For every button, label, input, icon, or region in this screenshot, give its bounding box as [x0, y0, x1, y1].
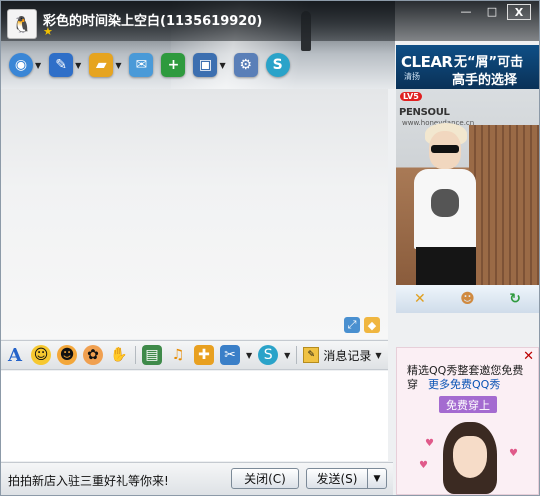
format-toolbar: A ☺ ☻ ✿ ✋ ▤ ♫ ✚ ✂ ▼ S ▼ ✎ 消息记录 ▼	[1, 340, 388, 370]
image-icon[interactable]: ▤	[142, 345, 162, 365]
divider	[135, 346, 136, 364]
contact-avatar[interactable]: 🐧	[7, 9, 37, 39]
chevron-down-icon[interactable]: ▼	[375, 351, 381, 360]
toolbar-send-sms[interactable]: ✉	[129, 53, 154, 77]
maximize-button[interactable]: □	[481, 4, 503, 18]
folder-icon[interactable]: ▰	[89, 53, 114, 77]
close-x-icon[interactable]: ✕	[410, 289, 430, 309]
qq-show-image[interactable]: LV5 PENSOUL www.honeydance.cn	[396, 89, 539, 285]
window-controls: — □ X	[455, 4, 531, 20]
show-logo: PENSOUL	[399, 107, 450, 118]
chat-history[interactable]: ⤢ ◆	[1, 89, 388, 339]
qq-show-ad[interactable]: ✕ 精选QQ秀整套邀您免费穿 更多免费QQ秀 免费穿上 ♥ ♥ ♥	[396, 347, 539, 495]
settings-icon[interactable]: ⚙	[233, 53, 258, 77]
toolbar-transfer-file[interactable]: ▰ ▼	[89, 53, 121, 77]
close-window-button[interactable]: X	[507, 4, 531, 20]
avatar-glasses	[431, 145, 459, 153]
message-history-label: 消息记录	[323, 348, 372, 363]
contact-name: 彩色的时间染上空白(1135619920)	[43, 14, 263, 29]
monitor-icon[interactable]: ▣	[193, 53, 218, 77]
banner-slogan-2: 高手的选择	[452, 73, 518, 88]
chevron-down-icon[interactable]: ▼	[115, 61, 121, 70]
chat-window: 🐧 彩色的时间染上空白(1135619920) ★ — □ X ◉ ▼ ✎ ▼ …	[0, 0, 540, 496]
close-button[interactable]: 关闭(C)	[231, 468, 299, 489]
close-icon[interactable]: ✕	[523, 349, 534, 364]
chevron-down-icon[interactable]: ▼	[219, 61, 225, 70]
send-options-button[interactable]: ▼	[367, 468, 387, 489]
toolbar-video[interactable]: ◉ ▼	[9, 53, 41, 77]
change-outfit-icon[interactable]: ☻	[457, 289, 477, 309]
wear-free-button[interactable]: 免费穿上	[439, 396, 497, 413]
ad-more-link[interactable]: 更多免费QQ秀	[428, 378, 500, 391]
level-badge: LV5	[400, 92, 422, 101]
history-icon: ✎	[303, 347, 320, 363]
minimize-button[interactable]: —	[455, 4, 477, 18]
chevron-down-icon[interactable]: ▼	[75, 61, 81, 70]
toolbar-voice[interactable]: ✎ ▼	[49, 53, 81, 77]
chevron-down-icon[interactable]: ▼	[284, 351, 290, 360]
promo-link[interactable]: 拍拍新店入驻三重好礼等你来!	[8, 472, 169, 489]
avatar-pants	[416, 247, 476, 285]
banner-brand-sub: 清扬	[404, 72, 420, 81]
avatar-shirt-print	[431, 189, 459, 217]
screenshot-icon[interactable]: ✂	[220, 345, 240, 365]
show-panel-icon[interactable]: ◆	[364, 317, 380, 333]
right-panel: CLEAR 清扬 无“屑”可击 高手的选择 LV5 PENSOUL www.ho…	[396, 43, 539, 495]
heart-icon: ♥	[425, 438, 434, 449]
magic-emoji-icon[interactable]: ☻	[57, 345, 77, 365]
toolbar-create-discussion[interactable]: +	[161, 53, 186, 77]
show-tools: ✕ ☻ ↻	[396, 285, 539, 313]
bottom-bar: 拍拍新店入驻三重好礼等你来! 关闭(C) 发送(S) ▼	[1, 462, 393, 495]
gift-icon[interactable]: ✚	[194, 345, 214, 365]
star-icon: ★	[43, 25, 53, 38]
refresh-icon[interactable]: ↻	[505, 289, 525, 309]
expand-icon[interactable]: ⤢	[344, 317, 360, 333]
soso-icon[interactable]: S	[258, 345, 279, 365]
toolbar-remote-assist[interactable]: ▣ ▼	[193, 53, 226, 77]
divider	[296, 346, 298, 364]
message-input[interactable]	[1, 371, 388, 461]
emoji-icon[interactable]: ☺	[31, 345, 51, 365]
history-corner-tools: ⤢ ◆	[344, 317, 380, 333]
message-icon[interactable]: ✉	[129, 53, 154, 77]
add-group-icon[interactable]: +	[161, 53, 186, 77]
chevron-down-icon[interactable]: ▼	[35, 61, 41, 70]
banner-slogan-1: 无“屑”可击	[454, 55, 524, 70]
main-toolbar: ◉ ▼ ✎ ▼ ▰ ▼ ✉ + ▣ ▼ ⚙ S	[9, 53, 290, 77]
ad-text: 精选QQ秀整套邀您免费穿 更多免费QQ秀	[407, 364, 532, 392]
banner-ad[interactable]: CLEAR 清扬 无“屑”可击 高手的选择	[396, 45, 539, 89]
banner-brand: CLEAR	[401, 53, 453, 71]
chevron-down-icon[interactable]: ▼	[246, 351, 252, 360]
ad-avatar-face	[453, 436, 487, 478]
toolbar-app-settings[interactable]: ⚙	[233, 53, 258, 77]
gesture-icon[interactable]: ✋	[109, 345, 129, 365]
font-icon[interactable]: A	[5, 345, 25, 366]
soso-icon[interactable]: S	[265, 53, 290, 77]
heart-icon: ♥	[419, 460, 428, 471]
send-button[interactable]: 发送(S)	[306, 468, 368, 489]
message-history-button[interactable]: ✎ 消息记录 ▼	[303, 347, 381, 364]
webcam-icon[interactable]: ◉	[9, 53, 33, 77]
microphone-icon[interactable]: ✎	[49, 53, 74, 77]
message-input-area[interactable]	[1, 371, 388, 461]
toolbar-soso[interactable]: S	[265, 53, 290, 77]
shake-icon[interactable]: ✿	[83, 345, 103, 365]
heart-icon: ♥	[509, 448, 518, 459]
background-wall	[469, 125, 539, 285]
music-icon[interactable]: ♫	[168, 345, 188, 365]
title-bar[interactable]: 🐧 彩色的时间染上空白(1135619920) ★ — □ X	[1, 1, 539, 41]
